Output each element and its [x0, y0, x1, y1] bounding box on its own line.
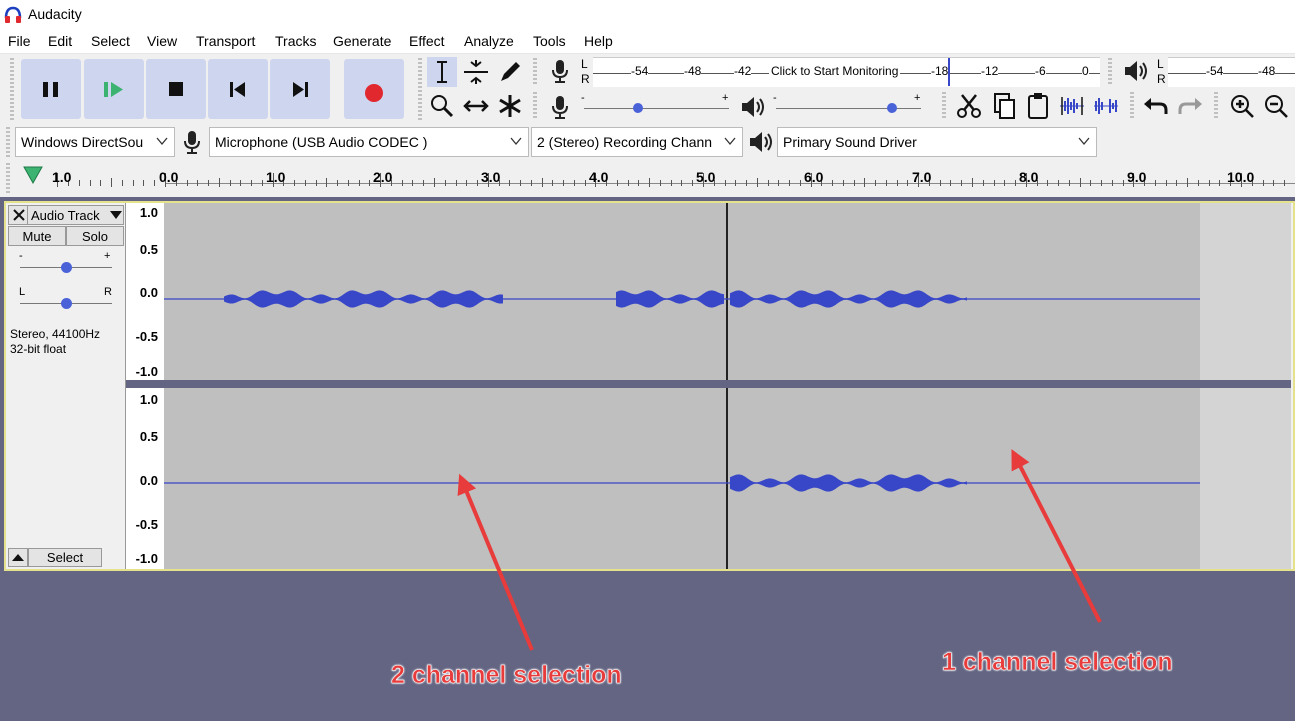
arrow-two-channel [457, 473, 534, 651]
annotation-arrows [457, 449, 1102, 651]
annotation-one-channel: 1 channel selection [942, 648, 1173, 677]
arrow-one-channel [1011, 449, 1102, 623]
annotation-two-channel: 2 channel selection [391, 661, 622, 690]
